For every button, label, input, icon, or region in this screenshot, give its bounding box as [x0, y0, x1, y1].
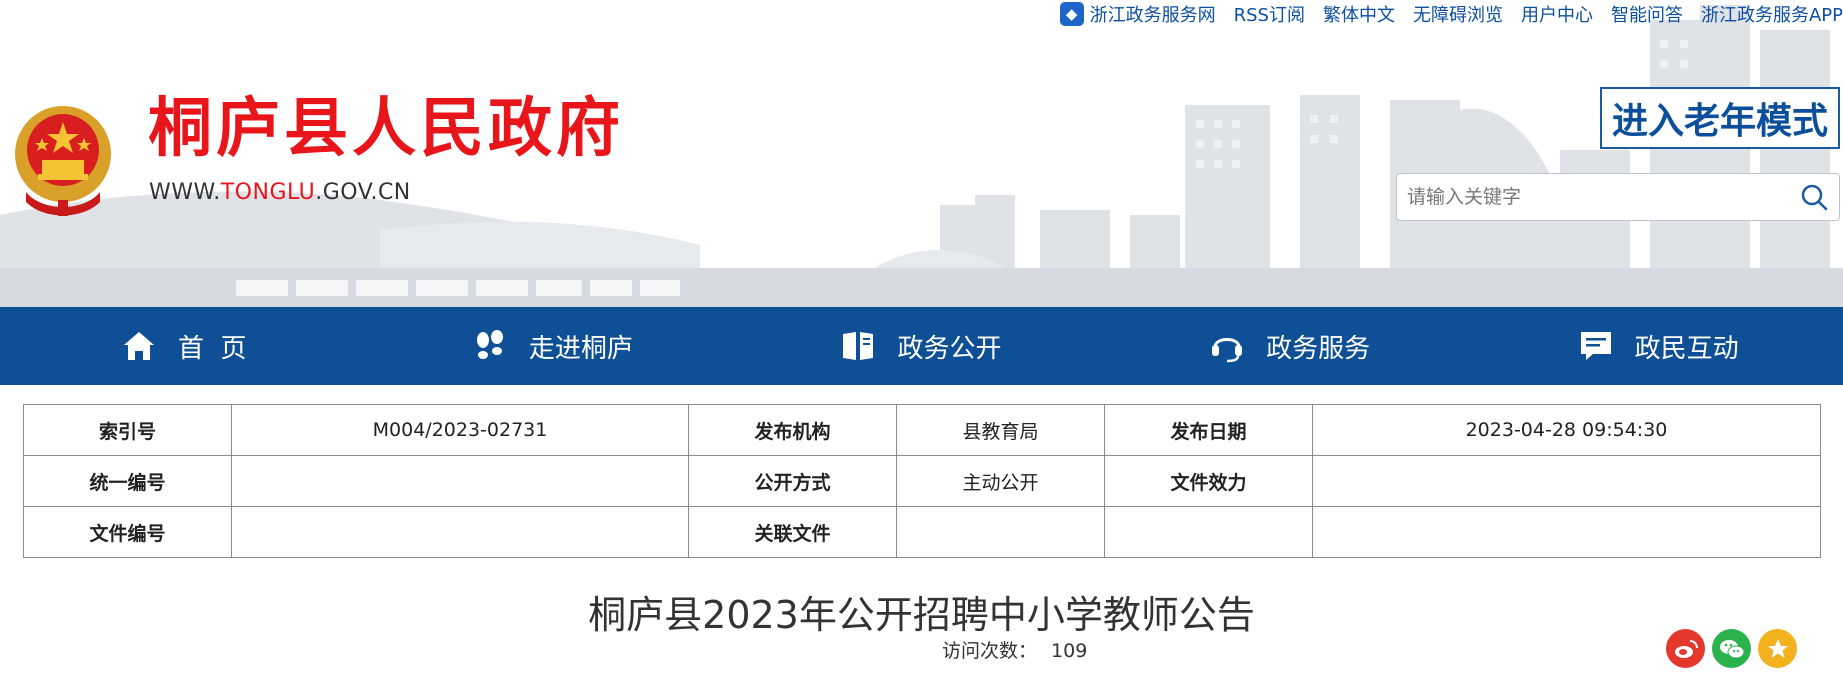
accessible-browse-link[interactable]: 无障碍浏览: [1413, 1, 1503, 27]
url-suffix: .GOV.CN: [315, 180, 411, 205]
search-box: [1396, 173, 1840, 221]
headset-icon: [1210, 329, 1244, 363]
method-value: 主动公开: [896, 455, 1105, 507]
visits-label: 访问次数：: [942, 640, 1038, 662]
wechat-share-icon[interactable]: [1712, 629, 1751, 668]
elder-mode-button[interactable]: 进入老年模式: [1600, 87, 1840, 149]
org-label: 发布机构: [688, 404, 897, 456]
nav-item-citizen-interaction[interactable]: 政民互动: [1474, 307, 1843, 385]
nav-label-gov-services: 政务服务: [1266, 333, 1371, 364]
index-label: 索引号: [23, 404, 232, 456]
related-label: 关联文件: [688, 506, 897, 558]
method-label: 公开方式: [688, 455, 897, 507]
zj-gov-portal-link[interactable]: ◆ 浙江政务服务网: [1059, 1, 1216, 27]
date-label: 发布日期: [1104, 404, 1313, 456]
visit-count: 访问次数： 109: [942, 636, 1087, 663]
home-icon: [122, 329, 156, 363]
footprints-icon: [473, 329, 507, 363]
docno-label: 文件编号: [23, 506, 232, 558]
site-header: ◆ 浙江政务服务网 RSS订阅 繁体中文 无障碍浏览 用户中心 智能问答 浙江政…: [0, 0, 1843, 307]
related-value: [896, 506, 1105, 558]
favorite-star-icon[interactable]: [1758, 629, 1797, 668]
code-label: 统一编号: [23, 455, 232, 507]
visits-number: 109: [1051, 640, 1088, 662]
main-nav: 首 页 走进桐庐 政务公开 政务服务 政民互动: [0, 307, 1843, 385]
zj-gov-app-link[interactable]: 浙江政务服务APP: [1701, 1, 1843, 27]
table-row: 索引号 M004/2023-02731 发布机构 县教育局 发布日期 2023-…: [23, 404, 1821, 456]
date-value: 2023-04-28 09:54:30: [1312, 404, 1821, 456]
user-center-link[interactable]: 用户中心: [1521, 1, 1593, 27]
url-prefix: WWW.: [149, 180, 221, 205]
site-url: WWW.TONGLU.GOV.CN: [149, 180, 411, 205]
nav-item-gov-services[interactable]: 政务服务: [1106, 307, 1475, 385]
org-value: 县教育局: [896, 404, 1105, 456]
rss-link[interactable]: RSS订阅: [1234, 1, 1305, 27]
validity-label: 文件效力: [1104, 455, 1313, 507]
table-row: 文件编号 关联文件: [23, 506, 1821, 558]
site-title[interactable]: 桐庐县人民政府: [148, 96, 624, 160]
zj-gov-logo-icon: ◆: [1059, 2, 1084, 26]
nav-label-citizen-interaction: 政民互动: [1634, 333, 1739, 364]
weibo-share-icon[interactable]: [1666, 629, 1705, 668]
nav-item-gov-affairs-open[interactable]: 政务公开: [737, 307, 1106, 385]
article-title: 桐庐县2023年公开招聘中小学教师公告: [588, 593, 1255, 637]
index-value: M004/2023-02731: [231, 404, 689, 456]
code-value: [231, 455, 689, 507]
traditional-chinese-link[interactable]: 繁体中文: [1323, 1, 1395, 27]
search-icon[interactable]: [1789, 174, 1839, 220]
zj-gov-portal-label: 浙江政务服务网: [1089, 5, 1216, 26]
docno-value: [231, 506, 689, 558]
smart-qa-link[interactable]: 智能问答: [1611, 1, 1683, 27]
message-icon: [1579, 329, 1613, 363]
open-book-icon: [841, 329, 875, 363]
empty-cell: [1104, 506, 1313, 558]
search-input[interactable]: [1397, 174, 1789, 220]
validity-value: [1312, 455, 1821, 507]
nav-item-about-tonglu[interactable]: 走进桐庐: [369, 307, 738, 385]
nav-label-about-tonglu: 走进桐庐: [528, 333, 633, 364]
top-links-bar: ◆ 浙江政务服务网 RSS订阅 繁体中文 无障碍浏览 用户中心 智能问答 浙江政…: [1059, 0, 1843, 28]
table-row: 统一编号 公开方式 主动公开 文件效力: [23, 455, 1821, 507]
nav-item-home[interactable]: 首 页: [0, 307, 369, 385]
url-highlight: TONGLU: [220, 180, 316, 205]
nav-label-home: 首 页: [178, 333, 247, 364]
empty-cell: [1312, 506, 1821, 558]
national-emblem-icon[interactable]: [12, 92, 114, 222]
doc-info-table: 索引号 M004/2023-02731 发布机构 县教育局 发布日期 2023-…: [23, 404, 1821, 558]
nav-label-gov-affairs-open: 政务公开: [897, 333, 1002, 364]
